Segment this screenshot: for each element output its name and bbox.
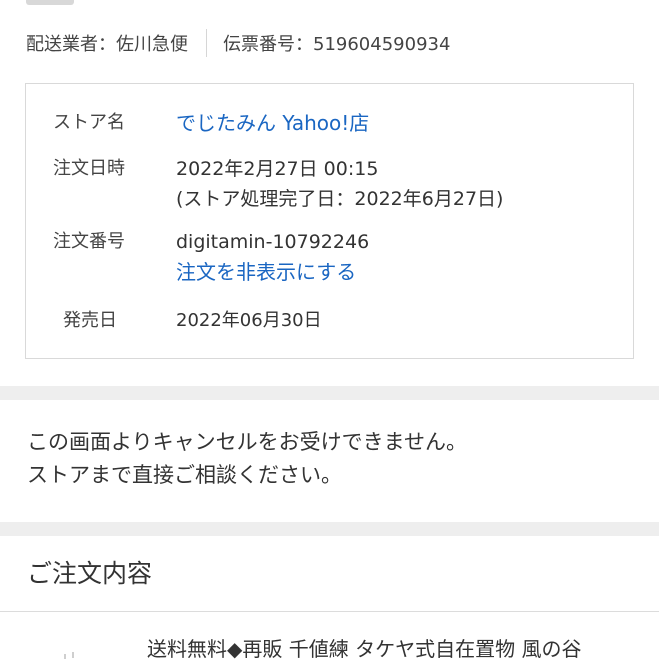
product-thumbnail[interactable] — [28, 632, 120, 659]
top-strip — [0, 0, 659, 12]
order-info-box: ストア名 でじたみん Yahoo!店 注文日時 2022年2月27日 00:15… — [25, 83, 634, 359]
cropped-text-fragment — [26, 0, 74, 5]
order-datetime-value: 2022年2月27日 00:15 — [176, 158, 379, 180]
release-date-value: 2022年06月30日 — [176, 310, 322, 331]
order-datetime-label: 注文日時 — [53, 158, 125, 179]
store-label: ストア名 — [53, 112, 125, 133]
section-separator — [0, 386, 659, 400]
cancel-notice-line2: ストアまで直接ご相談ください。 — [27, 463, 342, 487]
tracking-number: 伝票番号：519604590934 — [223, 34, 451, 55]
shipping-divider — [206, 29, 207, 57]
thumbnail-mark — [72, 652, 74, 658]
store-row: ストア名 でじたみん Yahoo!店 — [26, 108, 633, 138]
store-name-link[interactable]: でじたみん Yahoo!店 — [176, 108, 369, 138]
section-separator — [0, 522, 659, 536]
section-divider — [0, 611, 659, 612]
store-process-date: (ストア処理完了日：2022年6月27日) — [176, 188, 504, 210]
order-contents-title: ご注文内容 — [27, 559, 153, 588]
shipping-info-row: 配送業者：佐川急便 伝票番号：519604590934 — [26, 28, 450, 58]
release-date-row: 発売日 2022年06月30日 — [26, 306, 633, 336]
order-number-row: 注文番号 digitamin-10792246 注文を非表示にする — [26, 227, 633, 287]
shipping-carrier: 配送業者：佐川急便 — [26, 34, 188, 55]
cancel-notice-line1: この画面よりキャンセルをお受けできません。 — [27, 430, 467, 454]
order-number-value: digitamin-10792246 — [176, 231, 370, 253]
product-title-link[interactable]: 送料無料◆再販 千値練 タケヤ式自在置物 風の谷 — [147, 634, 581, 659]
order-datetime-row: 注文日時 2022年2月27日 00:15 (ストア処理完了日：2022年6月2… — [26, 154, 633, 214]
thumbnail-mark — [64, 654, 66, 659]
hide-order-link[interactable]: 注文を非表示にする — [176, 257, 369, 287]
order-number-label: 注文番号 — [53, 231, 125, 252]
release-date-label: 発売日 — [63, 310, 117, 331]
cancel-notice: この画面よりキャンセルをお受けできません。 ストアまで直接ご相談ください。 — [27, 426, 467, 492]
